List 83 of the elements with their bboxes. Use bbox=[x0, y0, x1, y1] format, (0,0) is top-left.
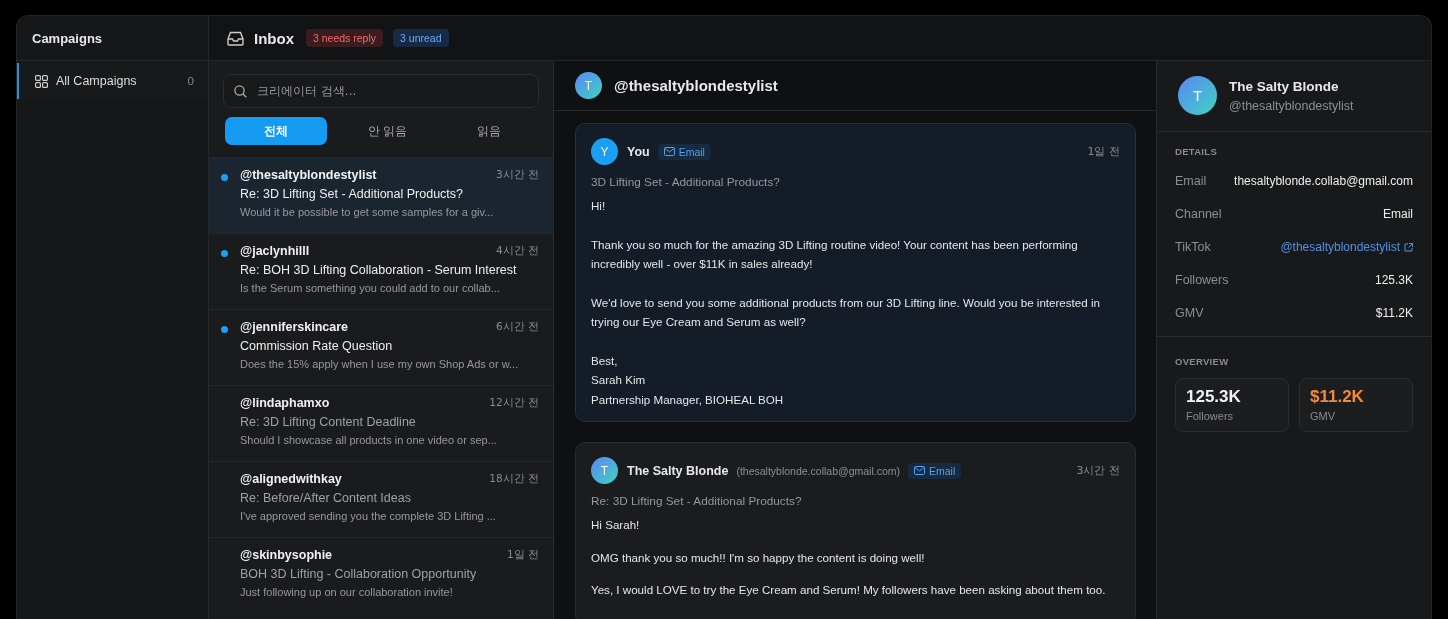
status-badge: 3 unread bbox=[393, 29, 449, 47]
sender-name: The Salty Blonde bbox=[627, 463, 729, 478]
thread-subject: Re: BOH 3D Lifting Collaboration - Serum Interest bbox=[240, 263, 518, 277]
message-paragraph: Thank you so much for the amazing 3D Lifting routine video! Your content has been performing incredibly well - over $11K in sales already! bbox=[591, 236, 1079, 272]
message-subject: 3D Lifting Set - Additional Products? bbox=[591, 175, 781, 189]
avatar: Y bbox=[591, 138, 618, 165]
detail-label: Channel bbox=[1175, 207, 1222, 221]
filter-tab[interactable]: 안 읽음 bbox=[337, 117, 438, 145]
message-time: 3시간 전 bbox=[1076, 463, 1120, 478]
page-title: Inbox bbox=[254, 29, 294, 47]
filter-tab[interactable]: 읽음 bbox=[438, 117, 539, 145]
thread-item[interactable]: @thesaltyblondestylist 3시간 전 Re: 3D Lifting Set - Additional Products? Would it be possible to get some samples for a giv... bbox=[209, 157, 553, 233]
thread-time: 6시간 전 bbox=[495, 320, 539, 334]
message-paragraph: We'd love to send you some additional products from our 3D Lifting line. Would you be interested in trying our Eye Cream and Serum as well? bbox=[591, 294, 1101, 330]
detail-value: $11.2K bbox=[1375, 306, 1413, 320]
message-paragraph: OMG thank you so much!! I'm so happy the content is doing well! bbox=[591, 549, 926, 566]
thread-subject: Re: Before/After Content Ideas bbox=[240, 491, 412, 505]
avatar: T bbox=[1178, 76, 1217, 115]
thread-item[interactable]: @lindaphamxo 12시간 전 Re: 3D Lifting Content Deadline Should I showcase all products in one video or sep... bbox=[209, 385, 553, 461]
thread-subject: BOH 3D Lifting - Collaboration Opportunity bbox=[240, 567, 478, 581]
thread-item[interactable]: @alignedwithkay 18시간 전 Re: Before/After Content Ideas I've approved sending you the complete 3D Lifting ... bbox=[209, 461, 553, 537]
mail-icon bbox=[914, 466, 925, 475]
profile-name: The Salty Blonde bbox=[1229, 78, 1340, 94]
grid-icon bbox=[35, 74, 48, 88]
sender-email: (thesaltyblonde.collab@gmail.com) bbox=[736, 464, 900, 477]
status-badge: 3 needs reply bbox=[306, 29, 384, 47]
channel-label: Email bbox=[678, 145, 705, 158]
message-paragraph: Hi! bbox=[591, 198, 607, 214]
thread-time: 1일 전 bbox=[506, 548, 539, 562]
thread-preview: I've approved sending you the complete 3D Lifting ... bbox=[240, 510, 497, 522]
thread-preview: Just following up on our collaboration invite! bbox=[240, 586, 454, 598]
message-subject: Re: 3D Lifting Set - Additional Products? bbox=[591, 494, 803, 508]
conversation-title: @thesaltyblondestylist bbox=[614, 77, 778, 94]
thread-time: 4시간 전 bbox=[495, 244, 539, 258]
message-paragraph: Best, Sarah Kim Partnership Manager, BIOHEAL BOH bbox=[591, 352, 785, 408]
section-title: DETAILS bbox=[1175, 146, 1219, 157]
thread-handle: @lindaphamxo bbox=[240, 396, 330, 410]
thread-item[interactable]: @jaclynhilll 4시간 전 Re: BOH 3D Lifting Collaboration - Serum Interest Is the Serum something you could add to our collab... bbox=[209, 233, 553, 309]
thread-subject: Re: 3D Lifting Content Deadline bbox=[240, 415, 417, 429]
item-count: 0 bbox=[187, 75, 194, 87]
stat-value: $11.2K bbox=[1310, 387, 1365, 407]
external-link-icon bbox=[1404, 242, 1413, 252]
detail-label: Email bbox=[1175, 174, 1207, 188]
profile-link[interactable]: @thesaltyblondestylist bbox=[1280, 240, 1413, 254]
search-field[interactable]: 크리에이터 검색... bbox=[223, 74, 539, 108]
message-paragraph: Yes, I would LOVE to try the Eye Cream and Serum! My followers have been asking about them too. bbox=[591, 582, 1107, 598]
message-time: 1일 전 bbox=[1087, 144, 1120, 159]
avatar: T bbox=[591, 457, 618, 484]
stat-value: 125.3K bbox=[1186, 387, 1242, 407]
thread-preview: Would it be possible to get some samples for a giv... bbox=[240, 206, 495, 218]
thread-handle: @thesaltyblondestylist bbox=[240, 168, 377, 182]
mail-icon bbox=[663, 147, 675, 156]
channel-label: Email bbox=[929, 464, 956, 477]
inbox-tray-icon bbox=[227, 30, 244, 46]
detail-label: Followers bbox=[1175, 273, 1229, 287]
profile-handle: @thesaltyblondestylist bbox=[1229, 98, 1354, 113]
sender-name: You bbox=[627, 144, 650, 159]
thread-subject: Commission Rate Question bbox=[240, 339, 394, 353]
stat-label: Followers bbox=[1186, 410, 1235, 422]
thread-item[interactable]: @skinbysophie 1일 전 BOH 3D Lifting - Collaboration Opportunity Just following up on our collaboration invite! bbox=[209, 537, 553, 613]
thread-handle: @alignedwithkay bbox=[240, 472, 342, 486]
detail-value: thesaltyblonde.collab@gmail.com bbox=[1234, 174, 1413, 188]
thread-subject: Re: 3D Lifting Set - Additional Products? bbox=[240, 187, 465, 201]
section-title: OVERVIEW bbox=[1175, 356, 1229, 367]
stat-label: GMV bbox=[1310, 410, 1337, 422]
thread-preview: Does the 15% apply when I use my own Shop Ads or w... bbox=[240, 358, 520, 370]
detail-label: GMV bbox=[1175, 306, 1204, 320]
sidebar-item-label: All Campaigns bbox=[56, 74, 137, 88]
detail-label: TikTok bbox=[1175, 240, 1211, 254]
detail-value: 125.3K bbox=[1374, 273, 1413, 287]
thread-preview: Is the Serum something you could add to our collab... bbox=[240, 282, 501, 294]
thread-time: 3시간 전 bbox=[495, 168, 539, 182]
message-paragraph: Hi Sarah! bbox=[591, 517, 641, 533]
thread-time: 12시간 전 bbox=[489, 396, 539, 410]
thread-preview: Should I showcase all products in one video or sep... bbox=[240, 434, 498, 446]
sidebar-title: Campaigns bbox=[17, 16, 208, 61]
thread-handle: @jaclynhilll bbox=[240, 244, 310, 258]
thread-item[interactable]: @jenniferskincare 6시간 전 Commission Rate Question Does the 15% apply when I use my own Shop Ads or w... bbox=[209, 309, 553, 385]
thread-handle: @jenniferskincare bbox=[240, 320, 349, 334]
avatar: T bbox=[575, 72, 602, 99]
thread-handle: @skinbysophie bbox=[240, 548, 333, 562]
detail-value: Email bbox=[1383, 207, 1413, 221]
thread-time: 18시간 전 bbox=[489, 472, 539, 486]
